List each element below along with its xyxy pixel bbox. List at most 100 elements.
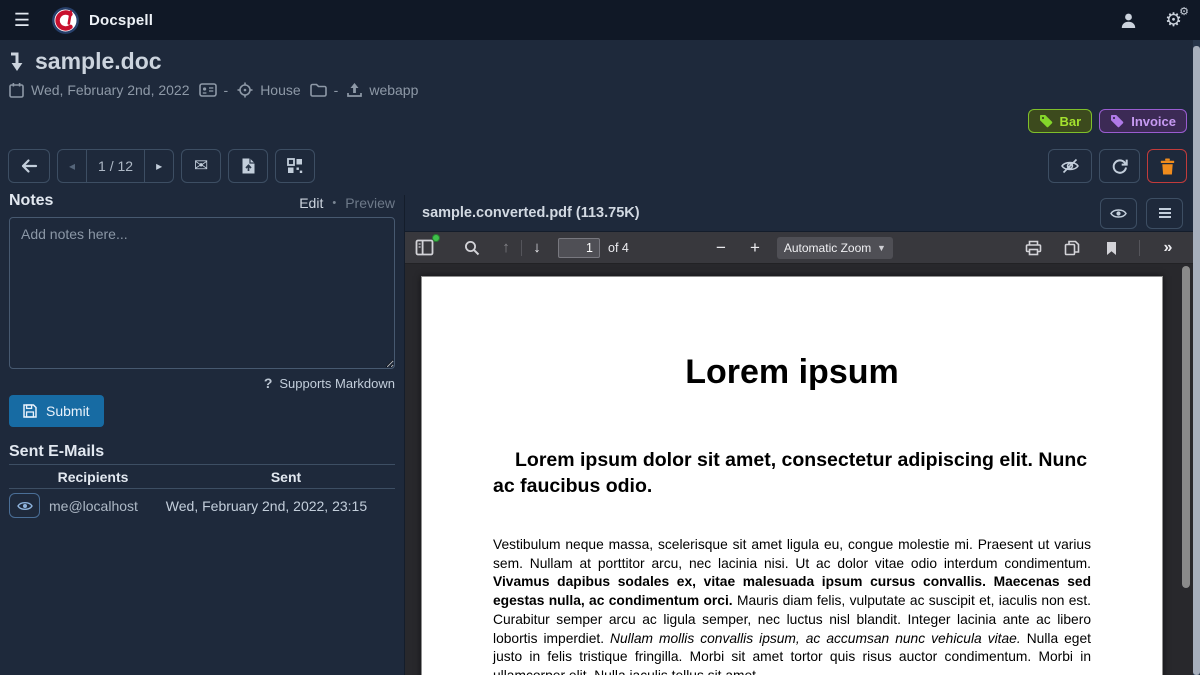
next-item-button[interactable]: ▸	[144, 150, 173, 182]
folder-icon	[310, 83, 327, 97]
prev-item-button[interactable]: ◂	[58, 150, 86, 182]
save-icon	[23, 404, 37, 418]
id-card-icon	[199, 83, 217, 97]
attachment-menu-button[interactable]	[1146, 198, 1183, 229]
menu-toggle-icon[interactable]: ☰	[0, 10, 44, 31]
app-logo[interactable]: Docspell	[52, 7, 153, 34]
item-correspondent: House	[237, 82, 300, 98]
pdf-more-tools-button[interactable]: »	[1155, 235, 1181, 261]
pdf-zoom-in-button[interactable]: +	[742, 238, 768, 258]
col-recipients: Recipients	[9, 469, 177, 485]
pdf-next-page-button[interactable]: ↓	[524, 235, 550, 261]
divider	[9, 488, 395, 489]
eye-slash-icon	[1060, 158, 1080, 174]
arrow-left-icon	[20, 158, 38, 174]
window-scrollbar[interactable]	[1193, 40, 1200, 675]
sidebar-toggle-icon	[415, 239, 434, 256]
toolbar-separator	[1139, 240, 1140, 256]
docspell-item-detail-page: ☰ Docspell ⚙⚙ sample	[0, 0, 1200, 675]
markdown-hint-label: Supports Markdown	[279, 376, 395, 391]
item-page-indicator: 1 / 12	[86, 150, 144, 182]
arrow-turn-down-icon	[9, 51, 25, 73]
file-upload-icon	[241, 157, 256, 175]
pdf-save-button[interactable]	[1059, 235, 1085, 261]
crosshair-icon	[237, 82, 253, 98]
eye-icon	[1110, 207, 1127, 220]
pdf-prev-page-button[interactable]: ↑	[493, 235, 519, 261]
pdf-zoom-select[interactable]: Automatic Zoom ▼	[777, 237, 893, 259]
toolbar-separator	[521, 240, 522, 256]
pdf-page-number-input[interactable]	[558, 238, 600, 258]
pdf-bookmark-button[interactable]	[1098, 235, 1124, 261]
eye-icon	[17, 500, 33, 512]
mail-recipients: me@localhost	[49, 498, 138, 514]
download-icon	[1064, 240, 1080, 256]
divider	[9, 464, 395, 465]
pdf-print-button[interactable]	[1020, 235, 1046, 261]
tag-icon	[1110, 114, 1124, 128]
item-source: webapp	[347, 82, 418, 98]
sent-emails-table-header: Recipients Sent	[9, 469, 395, 485]
sent-email-row: me@localhost Wed, February 2nd, 2022, 23…	[9, 493, 395, 518]
pdf-subtitle: Lorem ipsum dolor sit amet, consectetur …	[493, 448, 1091, 500]
tag-invoice[interactable]: Invoice	[1099, 109, 1187, 133]
bookmark-icon	[1106, 241, 1117, 256]
unconfirm-button[interactable]	[1048, 149, 1092, 183]
pdf-scrollbar-thumb[interactable]	[1182, 266, 1190, 588]
item-date: Wed, February 2nd, 2022	[9, 82, 190, 98]
col-sent: Sent	[177, 469, 395, 485]
sidebar-notification-dot	[432, 234, 440, 242]
calendar-icon	[9, 82, 24, 98]
qr-code-button[interactable]	[275, 149, 315, 183]
markdown-hint-link[interactable]: ? Supports Markdown	[9, 375, 395, 391]
app-name: Docspell	[89, 12, 153, 29]
pdf-scrollbar[interactable]	[1182, 266, 1190, 671]
pdf-viewport[interactable]: Lorem ipsum Lorem ipsum dolor sit amet, …	[405, 264, 1193, 675]
settings-gears-icon[interactable]: ⚙⚙	[1165, 11, 1182, 30]
attachment-header: sample.converted.pdf (113.75K)	[405, 195, 1193, 232]
pdf-paragraph: Vestibulum neque massa, scelerisque sit …	[493, 536, 1091, 675]
mail-sent-time: Wed, February 2nd, 2022, 23:15	[138, 498, 395, 514]
tag-list: Bar Invoice	[1028, 109, 1187, 133]
pdf-zoom-out-button[interactable]: −	[708, 238, 734, 258]
pdfjs-toolbar: ↑ ↓ of 4 − + Automatic Zoom ▼	[405, 232, 1193, 264]
notes-tab-edit[interactable]: Edit	[299, 195, 323, 211]
search-icon	[464, 240, 480, 256]
tag-icon	[1039, 114, 1053, 128]
refresh-icon	[1111, 158, 1128, 175]
envelope-icon: ✉	[194, 156, 208, 176]
submit-notes-button[interactable]: Submit	[9, 395, 104, 427]
tag-bar[interactable]: Bar	[1028, 109, 1093, 133]
notes-tab-separator: •	[332, 197, 336, 209]
user-account-icon[interactable]	[1120, 12, 1137, 29]
upload-icon	[347, 82, 362, 98]
pdf-page: Lorem ipsum Lorem ipsum dolor sit amet, …	[421, 276, 1163, 675]
chevron-down-icon: ▼	[877, 243, 886, 253]
sent-emails-heading: Sent E-Mails	[9, 443, 104, 461]
attachment-view-button[interactable]	[1100, 198, 1137, 229]
pdf-find-button[interactable]	[459, 235, 485, 261]
question-icon: ?	[264, 375, 273, 391]
trash-icon	[1160, 158, 1175, 175]
attachment-filename: sample.converted.pdf (113.75K)	[422, 205, 640, 221]
item-title: sample.doc	[35, 48, 162, 75]
send-mail-button[interactable]: ✉	[181, 149, 221, 183]
item-folder: -	[310, 82, 339, 98]
window-scrollbar-thumb[interactable]	[1193, 46, 1200, 675]
pdf-page-count: of 4	[608, 241, 629, 255]
printer-icon	[1025, 240, 1042, 256]
add-files-button[interactable]	[228, 149, 268, 183]
pdf-sidebar-toggle-button[interactable]	[411, 235, 437, 261]
pdf-title: Lorem ipsum	[422, 353, 1162, 392]
attachment-preview-panel: sample.converted.pdf (113.75K)	[404, 195, 1193, 675]
docspell-logo-icon	[52, 7, 79, 34]
notes-input[interactable]	[9, 217, 395, 369]
qr-grid-icon	[287, 158, 303, 174]
view-mail-button[interactable]	[9, 493, 40, 518]
bars-icon	[1158, 207, 1172, 219]
back-button[interactable]	[8, 149, 50, 183]
reprocess-button[interactable]	[1099, 149, 1140, 183]
delete-button[interactable]	[1147, 149, 1187, 183]
top-navbar: ☰ Docspell ⚙⚙	[0, 0, 1200, 40]
notes-tab-preview[interactable]: Preview	[345, 195, 395, 211]
